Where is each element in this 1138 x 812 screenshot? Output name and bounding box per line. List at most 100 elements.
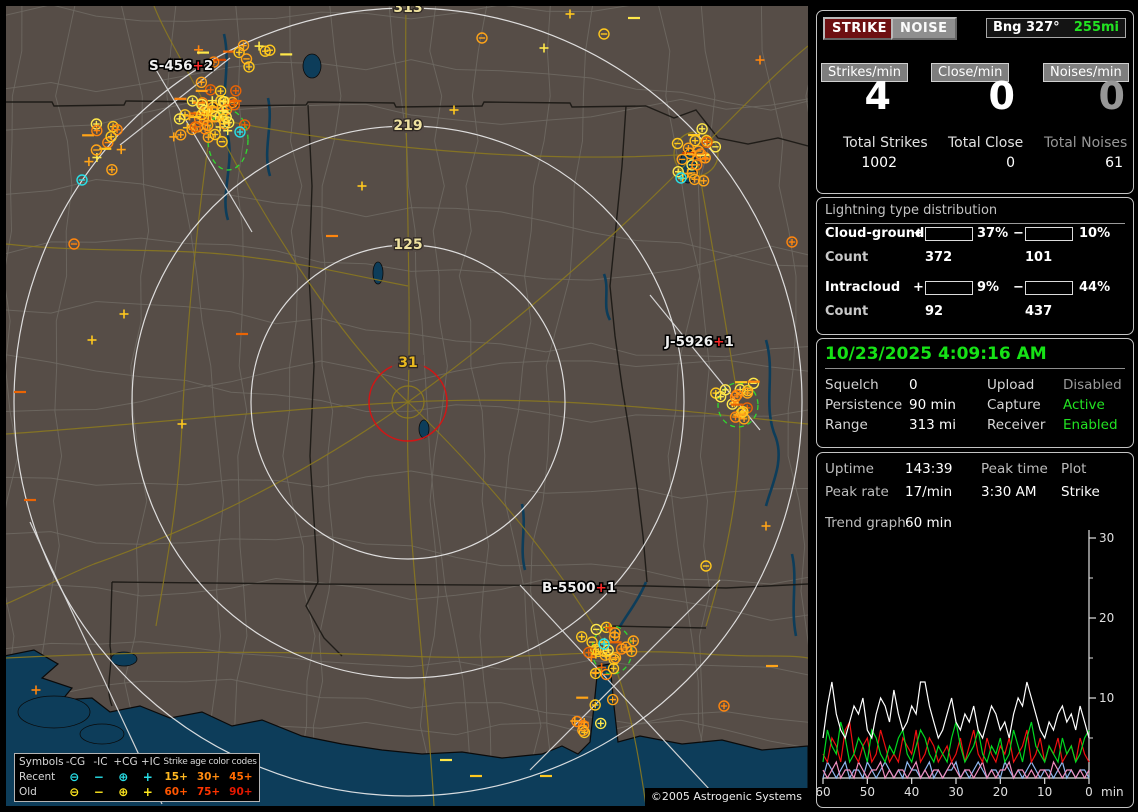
svg-text:50: 50 [860,785,875,799]
total-strikes-value: 1002 [861,155,897,171]
total-noises-value: 61 [1105,155,1123,171]
svg-text:10: 10 [1099,691,1114,705]
svg-text:125: 125 [393,237,422,253]
map-legend: Symbols -CG -IC +CG +IC Strike age color… [14,753,260,802]
cg-minus-pct: 10% [1079,226,1111,241]
legend-header-row: Symbols -CG -IC +CG +IC Strike age color… [17,755,257,770]
legend-age-title: Strike age color codes [163,757,257,767]
age-chip-30: 30+ [196,771,221,783]
plus-sign: + [913,280,924,295]
distribution-header: Lightning type distribution [825,203,1125,224]
noises-per-min-value: 0 [1098,74,1125,118]
svg-text:60: 60 [817,785,831,799]
circle-minus-icon: ⊖ [69,785,80,799]
plus-icon: + [142,770,153,784]
ic-minus-bar [1025,281,1073,295]
persistence-label: Persistence [825,397,903,413]
cloud-ground-label: Cloud-ground [825,226,925,241]
cg-minus-bar [1025,227,1073,241]
ic-count-row: Count 92 437 [817,304,1133,320]
total-close-label: Total Close [948,135,1024,151]
count-label: Count [825,304,869,319]
noise-button[interactable]: NOISE [891,17,957,40]
count-label: Count [825,250,869,265]
total-close-value: 0 [1006,155,1015,171]
trend-box: Uptime 143:39 Peak time Plot Peak rate 1… [816,452,1134,808]
cg-plus-bar [925,227,973,241]
svg-text:219: 219 [393,118,422,134]
plus-icon: + [142,785,153,799]
svg-text:20: 20 [993,785,1008,799]
lightning-map[interactable]: 313 219 125 31 S-456+2 J-5926+1 B-5500+1 Symbo… [6,6,808,806]
legend-col-neg-cg: -CG [65,756,86,768]
svg-text:0: 0 [1085,785,1093,799]
squelch-label: Squelch [825,377,879,393]
svg-text:40: 40 [904,785,919,799]
strike-button[interactable]: STRIKE [823,17,897,40]
range-label: Range [825,417,868,433]
legend-title: Symbols [19,756,64,768]
minus-icon: − [93,770,104,784]
copyright: ©2005 Astrogenic Systems [644,788,808,806]
nexstorm-app: 313 219 125 31 S-456+2 J-5926+1 B-5500+1 Symbo… [0,0,1138,812]
svg-text:min: min [1101,785,1124,799]
total-strikes-label: Total Strikes [843,135,928,151]
ic-minus-pct: 44% [1079,280,1111,295]
ic-minus-count: 437 [1025,304,1053,319]
svg-text:10: 10 [1037,785,1052,799]
ic-plus-bar [925,281,973,295]
upload-status: Disabled [1063,377,1122,393]
datetime: 10/23/2025 4:09:16 AM [825,344,1125,369]
legend-col-pos-cg: +CG [113,756,138,768]
svg-text:20: 20 [1099,611,1114,625]
cg-plus-pct: 37% [977,226,1009,241]
total-noises-label: Total Noises [1044,135,1128,151]
ic-plus-pct: 9% [977,280,1000,295]
cg-plus-count: 372 [925,250,953,265]
age-chip-75: 75+ [196,786,221,798]
svg-text:31: 31 [398,355,417,371]
legend-old-label: Old [19,786,37,798]
minus-icon: − [93,785,104,799]
legend-recent-row: Recent ⊖ − ⊕ + 15+ 30+ 45+ [17,770,257,785]
map-canvas: 313 219 125 31 S-456+2 J-5926+1 B-5500+1 [6,6,808,806]
plus-sign: + [913,226,924,241]
minus-sign: − [1013,280,1024,295]
intracloud-row: Intracloud + 9% − 44% [817,280,1133,296]
cg-minus-count: 101 [1025,250,1053,265]
legend-col-neg-ic: -IC [93,756,108,768]
stats-box: STRIKE NOISE Bng 327° 255mi Strikes/min … [816,10,1134,194]
legend-old-row: Old ⊖ − ⊕ + 60+ 75+ 90+ [17,785,257,800]
range-value: 313 mi [909,417,956,433]
bearing-label: Bng 327° [993,20,1060,35]
svg-text:J-5926+1: J-5926+1 [664,334,734,350]
trend-chart: 10 20 30 60 50 40 30 20 10 0 min [817,530,1124,799]
capture-label: Capture [987,397,1041,413]
bearing-range: 255mi [1073,20,1119,35]
circle-plus-icon: ⊕ [118,785,129,799]
status-row: Squelch 0 Upload Disabled [817,377,1133,394]
status-box: 10/23/2025 4:09:16 AM Squelch 0 Upload D… [816,338,1134,448]
ic-plus-count: 92 [925,304,944,319]
minus-sign: − [1013,226,1024,241]
svg-text:313: 313 [393,6,422,16]
bearing-display: Bng 327° 255mi [986,18,1126,38]
circle-minus-icon: ⊖ [69,770,80,784]
cloud-ground-row: Cloud-ground + 37% − 10% [817,226,1133,242]
upload-label: Upload [987,377,1035,393]
svg-text:30: 30 [948,785,963,799]
squelch-value: 0 [909,377,918,393]
capture-status: Active [1063,397,1105,413]
age-chip-60: 60+ [164,786,188,798]
age-chip-45: 45+ [229,771,253,783]
status-row: Range 313 mi Receiver Enabled [817,417,1133,434]
legend-recent-label: Recent [19,771,56,783]
intracloud-label: Intracloud [825,280,901,295]
persistence-value: 90 min [909,397,956,413]
receiver-status: Enabled [1063,417,1118,433]
distribution-box: Lightning type distribution Cloud-ground… [816,197,1134,335]
age-chip-15: 15+ [164,771,188,783]
status-row: Persistence 90 min Capture Active [817,397,1133,414]
svg-text:30: 30 [1099,531,1114,545]
cg-count-row: Count 372 101 [817,250,1133,266]
